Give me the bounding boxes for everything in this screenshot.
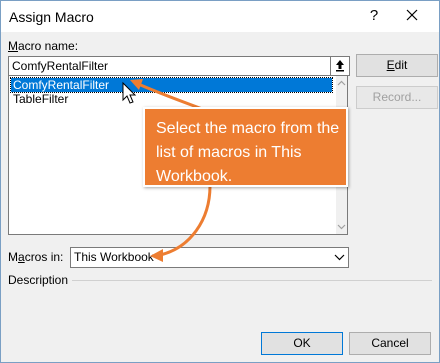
callout-arrow-head-dropdown — [150, 249, 163, 262]
instruction-callout: Select the macro from the list of macros… — [143, 107, 348, 187]
callout-arrow-to-list — [135, 81, 206, 112]
mouse-pointer-icon — [122, 81, 137, 104]
callout-arrow-to-dropdown — [159, 185, 212, 257]
